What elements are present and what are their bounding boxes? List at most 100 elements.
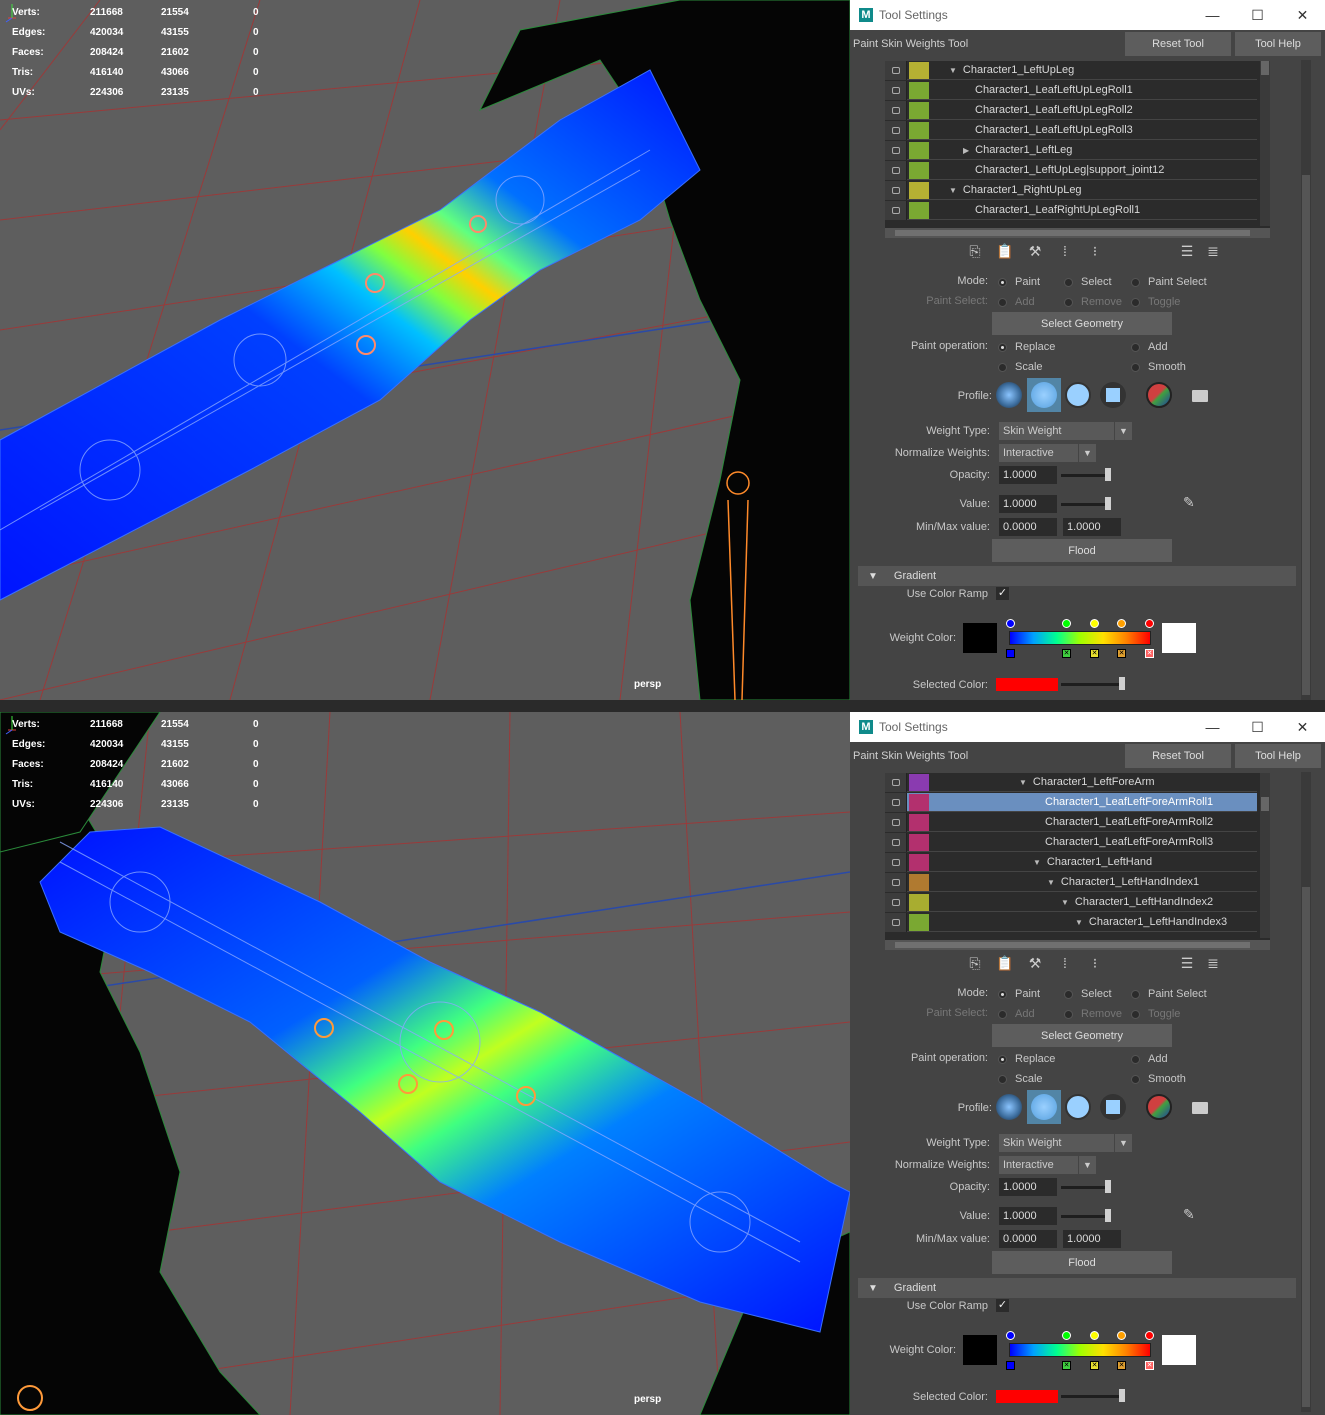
lock-icon[interactable]	[885, 852, 907, 872]
paint-select-remove-radio[interactable]: Remove	[1064, 296, 1122, 308]
normalize-weights-dropdown[interactable]: Interactive ▼	[999, 1156, 1096, 1174]
scrollbar-thumb[interactable]	[1261, 797, 1269, 811]
lock-icon[interactable]	[885, 80, 907, 100]
ramp-marker[interactable]	[1006, 1331, 1015, 1340]
eyedropper-icon[interactable]: ✎	[1183, 494, 1195, 511]
mirror-weights-icon[interactable]: ⁞	[1055, 241, 1075, 261]
influence-row[interactable]: ▼ Character1_LeftHand	[885, 852, 1257, 872]
influence-row-selected[interactable]: Character1_LeafLeftForeArmRoll1	[885, 792, 1257, 812]
operation-smooth-radio[interactable]: Smooth	[1131, 1073, 1186, 1085]
influence-row[interactable]: Character1_LeafLeftUpLegRoll3	[885, 120, 1257, 140]
flood-button[interactable]: Flood	[992, 539, 1172, 562]
paint-select-add-radio[interactable]: Add	[998, 296, 1035, 308]
copy-weights-icon[interactable]: ⎘	[965, 241, 985, 261]
gradient-section-header[interactable]: ▼ Gradient	[858, 1278, 1296, 1298]
lock-icon[interactable]	[885, 180, 907, 200]
tool-help-button[interactable]: Tool Help	[1235, 744, 1321, 768]
influence-row[interactable]: ▼ Character1_LeftHandIndex1	[885, 872, 1257, 892]
lock-icon[interactable]	[885, 61, 907, 80]
influence-row[interactable]: Character1_LeafRightUpLegRoll1	[885, 200, 1257, 220]
value-field[interactable]: 1.0000	[999, 495, 1057, 513]
value-slider-handle[interactable]	[1105, 497, 1111, 510]
maximize-button[interactable]: ☐	[1235, 7, 1280, 24]
sort-list-icon[interactable]: ☰	[1177, 241, 1197, 261]
move-weights-icon[interactable]: ⁝	[1085, 241, 1105, 261]
flood-button[interactable]: Flood	[992, 1251, 1172, 1274]
paint-select-toggle-radio[interactable]: Toggle	[1131, 296, 1180, 308]
color-ramp[interactable]	[1009, 1343, 1151, 1357]
lock-icon[interactable]	[885, 773, 907, 792]
lock-icon[interactable]	[885, 912, 907, 932]
influence-row[interactable]: Character1_LeafLeftUpLegRoll2	[885, 100, 1257, 120]
weight-color-black-swatch[interactable]	[963, 623, 997, 653]
move-weights-icon[interactable]: ⁝	[1085, 953, 1105, 973]
weight-hammer-icon[interactable]: ⚒	[1025, 953, 1045, 973]
profile-soft-icon[interactable]	[1031, 1094, 1057, 1120]
influence-list[interactable]: ▼ Character1_LeftUpLeg Character1_LeafLef…	[885, 61, 1270, 238]
value-slider[interactable]	[1061, 1215, 1111, 1218]
operation-add-radio[interactable]: Add	[1131, 341, 1168, 353]
profile-custom-brush-icon[interactable]	[1146, 1094, 1172, 1120]
influence-row[interactable]: Character1_LeftUpLeg|support_joint12	[885, 160, 1257, 180]
ramp-marker[interactable]	[1090, 1331, 1099, 1340]
weight-type-dropdown[interactable]: Skin Weight ▼	[999, 1134, 1132, 1152]
ramp-marker[interactable]	[1090, 619, 1099, 628]
weight-color-white-swatch[interactable]	[1162, 623, 1196, 653]
mirror-weights-icon[interactable]: ⁞	[1055, 953, 1075, 973]
profile-gaussian-icon[interactable]	[996, 1094, 1022, 1120]
close-button[interactable]: ✕	[1280, 719, 1325, 736]
lock-icon[interactable]	[885, 832, 907, 852]
influence-row[interactable]: Character1_LeafLeftUpLegRoll1	[885, 80, 1257, 100]
paste-weights-icon[interactable]: 📋	[995, 241, 1015, 261]
selected-color-slider-handle[interactable]	[1119, 677, 1125, 690]
lock-icon[interactable]	[885, 200, 907, 220]
maximize-button[interactable]: ☐	[1235, 719, 1280, 736]
paint-select-remove-radio[interactable]: Remove	[1064, 1008, 1122, 1020]
minimize-button[interactable]: —	[1190, 719, 1235, 735]
list-vertical-scrollbar[interactable]	[1260, 773, 1270, 938]
weight-hammer-icon[interactable]: ⚒	[1025, 241, 1045, 261]
lock-icon[interactable]	[885, 812, 907, 832]
ramp-handle[interactable]: ✕	[1062, 1361, 1071, 1370]
opacity-slider[interactable]	[1061, 1186, 1111, 1189]
scrollbar-thumb[interactable]	[1302, 887, 1310, 1407]
operation-replace-radio[interactable]: Replace	[998, 341, 1055, 353]
ramp-handle[interactable]: ✕	[1117, 649, 1126, 658]
mode-select-radio[interactable]: Select	[1064, 988, 1112, 1000]
ramp-handle[interactable]: ✕	[1062, 649, 1071, 658]
influence-row[interactable]: Character1_LeafLeftForeArmRoll2	[885, 812, 1257, 832]
scrollbar-thumb[interactable]	[895, 230, 1250, 236]
panel-scrollbar[interactable]	[1301, 60, 1311, 700]
opacity-slider-handle[interactable]	[1105, 1180, 1111, 1193]
eyedropper-icon[interactable]: ✎	[1183, 1206, 1195, 1223]
mode-paint-radio[interactable]: Paint	[998, 276, 1040, 288]
panel-scrollbar[interactable]	[1301, 772, 1311, 1412]
lock-icon[interactable]	[885, 892, 907, 912]
list-vertical-scrollbar[interactable]	[1260, 61, 1270, 226]
influence-row[interactable]: ▼ Character1_LeftHandIndex3	[885, 912, 1257, 932]
min-value-field[interactable]: 0.0000	[999, 1230, 1057, 1248]
mode-paint-select-radio[interactable]: Paint Select	[1131, 276, 1207, 288]
value-slider[interactable]	[1061, 503, 1111, 506]
ramp-marker[interactable]	[1006, 619, 1015, 628]
opacity-slider[interactable]	[1061, 474, 1111, 477]
selected-color-slider[interactable]	[1061, 683, 1121, 686]
influence-row[interactable]: ▼ Character1_RightUpLeg	[885, 180, 1257, 200]
color-ramp[interactable]	[1009, 631, 1151, 645]
paint-select-add-radio[interactable]: Add	[998, 1008, 1035, 1020]
paint-select-toggle-radio[interactable]: Toggle	[1131, 1008, 1180, 1020]
minimize-button[interactable]: —	[1190, 7, 1235, 23]
ramp-handle[interactable]: ✕	[1090, 649, 1099, 658]
influence-row[interactable]: ▶ Character1_LeftLeg	[885, 140, 1257, 160]
copy-weights-icon[interactable]: ⎘	[965, 953, 985, 973]
scrollbar-thumb[interactable]	[1302, 175, 1310, 695]
influence-list[interactable]: ▼ Character1_LeftForeArm Character1_LeafL…	[885, 773, 1270, 950]
ramp-handle[interactable]	[1006, 1361, 1015, 1370]
paste-weights-icon[interactable]: 📋	[995, 953, 1015, 973]
scrollbar-thumb[interactable]	[895, 942, 1250, 948]
selected-color-swatch[interactable]	[996, 678, 1058, 691]
ramp-marker[interactable]	[1145, 619, 1154, 628]
sort-list-icon[interactable]: ☰	[1177, 953, 1197, 973]
lock-icon[interactable]	[885, 120, 907, 140]
lock-icon[interactable]	[885, 100, 907, 120]
